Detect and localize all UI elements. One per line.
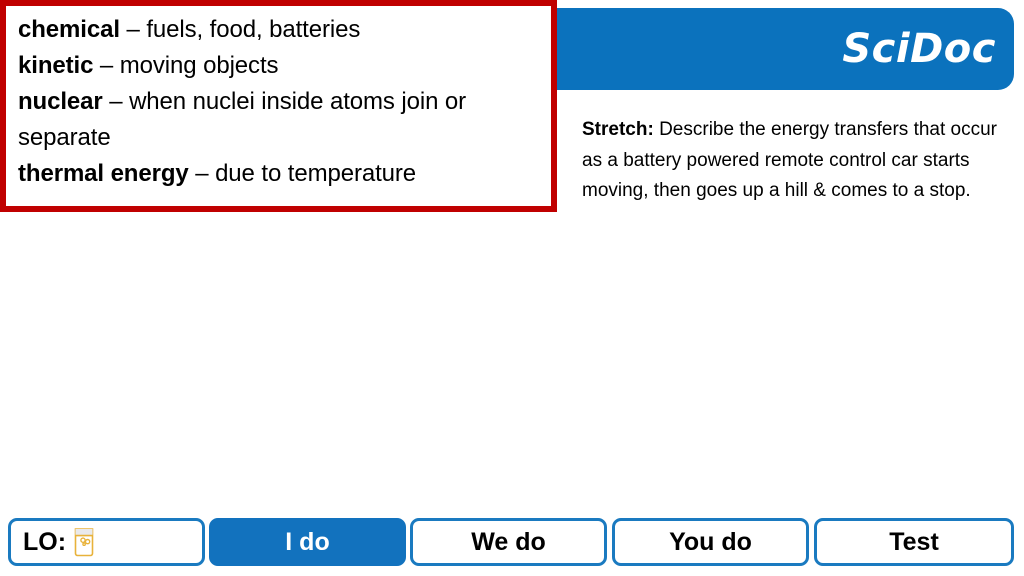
lesson-nav-bar: LO: I do We do You do Test — [0, 510, 1024, 576]
definition-term: nuclear — [18, 88, 103, 115]
stretch-paragraph: Stretch: Describe the energy transfers t… — [582, 115, 998, 207]
nav-button-test[interactable]: Test — [814, 518, 1014, 566]
definition-separator: – — [188, 160, 216, 187]
nav-button-you-do[interactable]: You do — [612, 518, 809, 566]
definition-list: chemical – fuels, food, batteries kineti… — [6, 6, 551, 192]
definition-item: nuclear – when nuclei inside atoms join … — [18, 84, 541, 156]
energy-definitions-box: chemical – fuels, food, batteries kineti… — [0, 0, 557, 212]
definition-term: thermal energy — [18, 160, 189, 187]
definition-term: chemical — [18, 16, 120, 43]
nav-button-label: I do — [285, 527, 330, 556]
definition-separator: – — [102, 88, 130, 115]
definition-item: kinetic – moving objects — [18, 48, 541, 84]
definition-description: fuels, food, batteries — [146, 16, 361, 43]
definition-description: moving objects — [119, 52, 279, 79]
nav-button-i-do[interactable]: I do — [209, 518, 406, 566]
definition-term: kinetic — [18, 52, 94, 79]
definition-separator: – — [93, 52, 120, 79]
stretch-task: Stretch: Describe the energy transfers t… — [582, 115, 998, 207]
nav-button-label: Test — [889, 527, 939, 556]
nav-button-label: You do — [669, 527, 752, 556]
stretch-label: Stretch: — [582, 119, 654, 140]
beaker-icon — [72, 527, 96, 557]
nav-button-label: We do — [471, 527, 546, 556]
scidoc-wordmark: SciDoc — [842, 26, 996, 72]
lo-label: LO: — [23, 527, 67, 556]
nav-button-we-do[interactable]: We do — [410, 518, 607, 566]
definition-description: due to temperature — [215, 160, 417, 187]
definition-separator: – — [119, 16, 147, 43]
definition-item: chemical – fuels, food, batteries — [18, 12, 541, 48]
definition-item: thermal energy – due to temperature — [18, 156, 541, 192]
nav-button-lo[interactable]: LO: — [8, 518, 205, 566]
